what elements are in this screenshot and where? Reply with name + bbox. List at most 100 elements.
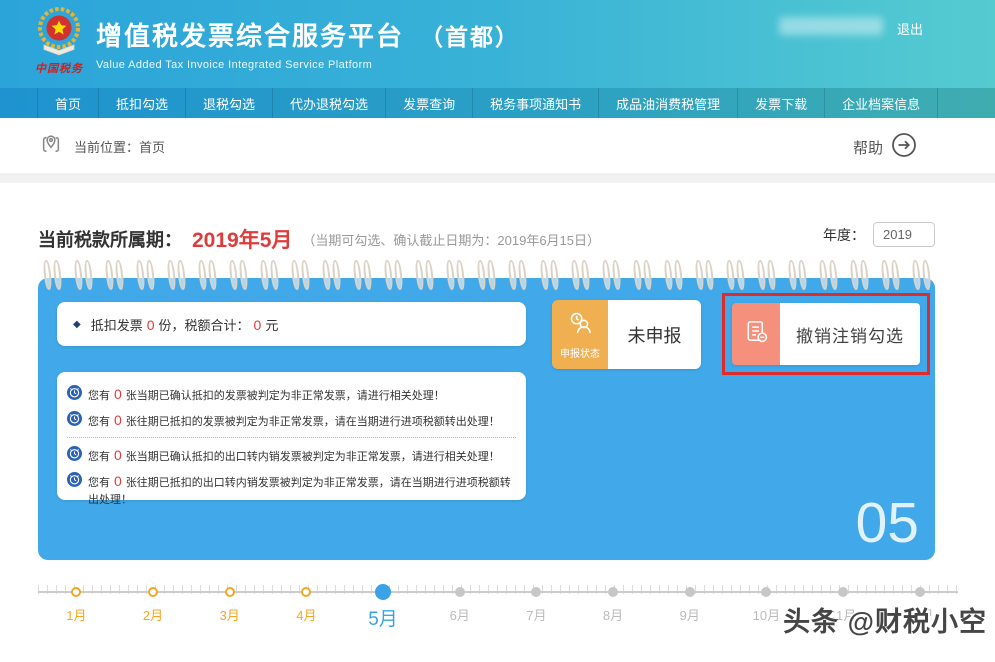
nav-tab-home[interactable]: 首页 bbox=[38, 88, 99, 118]
month-dot bbox=[225, 587, 235, 597]
spiral-ring bbox=[447, 260, 464, 294]
spiral-ring bbox=[106, 260, 123, 294]
spiral-ring bbox=[603, 260, 620, 294]
user-clock-icon bbox=[567, 310, 594, 342]
month-label: 3月 bbox=[220, 605, 240, 624]
highlight-annotation-box: 撤销注销勾选 bbox=[722, 293, 930, 375]
year-selector: 年度： bbox=[823, 222, 935, 247]
timeline-month-8[interactable]: 8月 bbox=[575, 578, 652, 636]
spiral-ring bbox=[416, 260, 433, 294]
timeline-month-9[interactable]: 9月 bbox=[651, 578, 728, 636]
spiral-ring bbox=[137, 260, 154, 294]
period-value: 2019年5月 bbox=[192, 224, 292, 254]
location-pin-icon bbox=[40, 133, 62, 160]
nav-tab-invoice-query[interactable]: 发票查询 bbox=[386, 88, 473, 118]
month-label: 5月 bbox=[368, 604, 398, 631]
spiral-ring bbox=[509, 260, 526, 294]
timeline-month-2[interactable]: 2月 bbox=[115, 578, 192, 636]
timeline-month-6[interactable]: 6月 bbox=[421, 578, 498, 636]
tax-bureau-logo: 中国税务 bbox=[28, 5, 90, 76]
notice-item: 您有0张往期已抵扣的发票被判定为非正常发票，请在当期进行进项税额转出处理！ bbox=[67, 409, 516, 432]
spiral-ring bbox=[758, 260, 775, 294]
invoice-count: 0 bbox=[147, 317, 155, 333]
big-month-number: 05 bbox=[856, 490, 919, 556]
company-name-redacted bbox=[779, 17, 883, 35]
month-dot bbox=[148, 587, 158, 597]
month-dot bbox=[375, 584, 391, 600]
alarm-icon bbox=[67, 472, 82, 487]
period-label: 当前税款所属期： bbox=[38, 226, 182, 252]
timeline-month-5[interactable]: 5月 bbox=[345, 578, 422, 636]
month-label: 9月 bbox=[680, 605, 700, 624]
month-dot bbox=[455, 587, 465, 597]
nav-tab-invoice-download[interactable]: 发票下载 bbox=[738, 88, 825, 118]
spiral-ring bbox=[323, 260, 340, 294]
declare-status-value: 未申报 bbox=[608, 300, 701, 369]
month-dot bbox=[915, 587, 925, 597]
nav-tab-agent-refund-check[interactable]: 代办退税勾选 bbox=[273, 88, 386, 118]
spiral-ring bbox=[882, 260, 899, 294]
nav-filler bbox=[938, 88, 995, 118]
spiral-ring bbox=[292, 260, 309, 294]
tax-total: 0 bbox=[254, 317, 262, 333]
platform-title-block: 增值税发票综合服务平台 （首都） Value Added Tax Invoice… bbox=[96, 16, 520, 71]
spiral-ring bbox=[75, 260, 92, 294]
main-nav: 首页 抵扣勾选 退税勾选 代办退税勾选 发票查询 税务事项通知书 成品油消费税管… bbox=[0, 88, 995, 118]
spiral-ring bbox=[634, 260, 651, 294]
month-label: 1月 bbox=[66, 605, 86, 624]
nav-tab-refined-oil-tax[interactable]: 成品油消费税管理 bbox=[599, 88, 738, 118]
spiral-ring bbox=[199, 260, 216, 294]
spiral-ring bbox=[44, 260, 61, 294]
year-label: 年度： bbox=[823, 225, 865, 245]
month-dot bbox=[301, 587, 311, 597]
platform-title: 增值税发票综合服务平台 bbox=[96, 16, 404, 53]
month-label: 6月 bbox=[450, 605, 470, 624]
alarm-icon bbox=[67, 446, 82, 461]
document-remove-icon bbox=[743, 318, 770, 350]
timeline-month-1[interactable]: 1月 bbox=[38, 578, 115, 636]
notice-divider bbox=[67, 437, 516, 438]
month-label: 7月 bbox=[526, 605, 546, 624]
section-divider bbox=[0, 173, 995, 183]
notice-text: 您有0张当期已确认抵扣的出口转内销发票被判定为非正常发票，请进行相关处理！ bbox=[88, 444, 500, 467]
month-label: 2月 bbox=[143, 605, 163, 624]
spiral-ring bbox=[789, 260, 806, 294]
declare-status-badge: 申报状态 bbox=[552, 300, 608, 369]
breadcrumb-text: 当前位置：首页 bbox=[74, 137, 165, 156]
deduction-summary-text: 抵扣发票0份，税额合计：0元 bbox=[91, 315, 279, 334]
watermark-text: 头条 @财税小空 bbox=[783, 600, 987, 639]
month-label: 4月 bbox=[296, 605, 316, 624]
app-header: 中国税务 增值税发票综合服务平台 （首都） Value Added Tax In… bbox=[0, 0, 995, 88]
notice-item: 您有0张往期已抵扣的出口转内销发票被判定为非正常发票，请在当期进行进项税额转出处… bbox=[67, 470, 516, 510]
month-dot bbox=[685, 587, 695, 597]
spiral-ring bbox=[913, 260, 930, 294]
nav-tab-tax-notice[interactable]: 税务事项通知书 bbox=[473, 88, 599, 118]
cancel-deregistration-button[interactable]: 撤销注销勾选 bbox=[732, 303, 920, 365]
spiral-ring bbox=[572, 260, 589, 294]
arrow-right-circle-icon bbox=[891, 132, 917, 163]
month-dot bbox=[761, 587, 771, 597]
help-button[interactable]: 帮助 bbox=[853, 132, 917, 163]
logout-button[interactable]: 退出 bbox=[897, 19, 923, 38]
spiral-ring bbox=[261, 260, 278, 294]
nav-tab-company-archive[interactable]: 企业档案信息 bbox=[825, 88, 938, 118]
platform-subtitle-en: Value Added Tax Invoice Integrated Servi… bbox=[96, 59, 520, 71]
spiral-ring bbox=[727, 260, 744, 294]
year-input[interactable] bbox=[873, 222, 935, 247]
timeline-month-7[interactable]: 7月 bbox=[498, 578, 575, 636]
month-dot bbox=[531, 587, 541, 597]
alarm-icon bbox=[67, 411, 82, 426]
timeline-month-3[interactable]: 3月 bbox=[191, 578, 268, 636]
timeline-month-4[interactable]: 4月 bbox=[268, 578, 345, 636]
nav-tab-tax-refund-check[interactable]: 退税勾选 bbox=[186, 88, 273, 118]
nav-tab-deduction-check[interactable]: 抵扣勾选 bbox=[99, 88, 186, 118]
spiral-ring bbox=[478, 260, 495, 294]
tax-emblem-icon bbox=[33, 44, 85, 61]
diamond-bullet-icon: ◆ bbox=[73, 319, 81, 330]
nav-spacer bbox=[0, 88, 38, 118]
notices-panel: 您有0张当期已确认抵扣的发票被判定为非正常发票，请进行相关处理！ 您有0张往期已… bbox=[57, 372, 526, 500]
month-label: 8月 bbox=[603, 605, 623, 624]
spiral-ring bbox=[354, 260, 371, 294]
declare-status-card: 申报状态 未申报 bbox=[552, 300, 701, 369]
help-label: 帮助 bbox=[853, 137, 883, 158]
